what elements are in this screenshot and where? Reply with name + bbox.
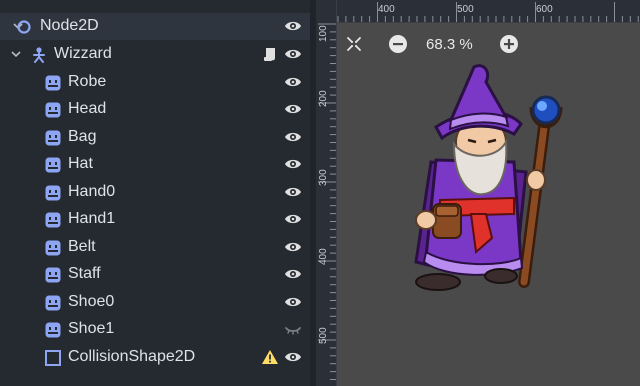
sprite2d-icon <box>45 185 61 201</box>
sprite2d-icon <box>45 75 61 91</box>
ruler-corner <box>316 0 336 22</box>
ruler-label-300: 300 <box>318 169 329 186</box>
tree-item-wizzard[interactable]: Wizzard <box>0 41 310 68</box>
sprite2d-icon <box>45 240 61 256</box>
skeleton-icon <box>33 47 45 63</box>
tree-item-belt[interactable]: Belt <box>0 234 310 261</box>
tree-item-label: Shoe1 <box>68 320 115 337</box>
sprite2d-icon <box>45 157 61 173</box>
zoom-in-button[interactable] <box>499 34 519 54</box>
tree-item-label: Wizzard <box>54 45 112 62</box>
ruler-horizontal[interactable]: 400 500 600 <box>316 0 640 23</box>
chevron-down-icon[interactable] <box>10 48 22 60</box>
tree-item-hand0[interactable]: Hand0 <box>0 179 310 206</box>
visibility-eye-icon[interactable] <box>284 185 302 199</box>
tree-item-label: Staff <box>68 265 101 282</box>
tree-item-label: CollisionShape2D <box>68 348 196 365</box>
visibility-eye-icon[interactable] <box>284 157 302 171</box>
wizard-sprite[interactable] <box>396 62 571 297</box>
tree-item-label: Robe <box>68 73 107 90</box>
sprite2d-icon <box>45 212 61 228</box>
tree-item-robe[interactable]: Robe <box>0 69 310 96</box>
collision-shape-icon <box>45 350 61 366</box>
tree-item-bag[interactable]: Bag <box>0 124 310 151</box>
tree-item-label: Hand1 <box>68 210 116 227</box>
node2d-circle-icon <box>17 20 31 34</box>
visibility-eye-icon[interactable] <box>284 102 302 116</box>
visibility-eye-icon[interactable] <box>284 295 302 309</box>
tree-item-staff[interactable]: Staff <box>0 261 310 288</box>
tree-item-head[interactable]: Head <box>0 96 310 123</box>
tree-item-label: Hat <box>68 155 93 172</box>
visibility-eye-icon[interactable] <box>284 350 302 364</box>
tree-item-shoe1[interactable]: Shoe1 <box>0 316 310 343</box>
visibility-eye-icon[interactable] <box>284 130 302 144</box>
canvas-viewport[interactable]: 68.3 % 400 500 600 100 200 300 400 500 <box>316 0 640 386</box>
zoom-out-button[interactable] <box>388 34 408 54</box>
visibility-eye-icon[interactable] <box>284 47 302 61</box>
ruler-vertical[interactable]: 100 200 300 400 500 <box>316 0 337 386</box>
tree-item-label: Node2D <box>40 17 99 34</box>
sprite2d-icon <box>45 130 61 146</box>
ruler-label-600: 600 <box>536 4 553 15</box>
tree-item-shoe0[interactable]: Shoe0 <box>0 289 310 316</box>
sprite2d-icon <box>45 102 61 118</box>
zoom-level[interactable]: 68.3 % <box>426 36 473 53</box>
zoom-reset-icon[interactable] <box>344 34 364 54</box>
scene-tree-panel: Node2D Wizzard Robe Head Bag Hat Hand0 H… <box>0 0 310 386</box>
tree-item-hat[interactable]: Hat <box>0 151 310 178</box>
tree-item-label: Belt <box>68 238 96 255</box>
sprite2d-icon <box>45 295 61 311</box>
ruler-label-100: 100 <box>318 25 329 42</box>
tree-item-label: Head <box>68 100 107 117</box>
sprite2d-icon <box>45 267 61 283</box>
tree-item-label: Shoe0 <box>68 293 115 310</box>
ruler-label-500: 500 <box>457 4 474 15</box>
tree-item-label: Bag <box>68 128 97 145</box>
ruler-label-400: 400 <box>318 248 329 265</box>
tree-item-label: Hand0 <box>68 183 116 200</box>
visibility-eye-icon[interactable] <box>284 19 302 33</box>
visibility-eye-icon[interactable] <box>284 75 302 89</box>
ruler-label-200: 200 <box>318 90 329 107</box>
ruler-horizontal-ticks <box>337 2 639 22</box>
warning-icon[interactable] <box>261 348 279 366</box>
visibility-eye-icon[interactable] <box>284 267 302 281</box>
tree-item-node2d[interactable]: Node2D <box>0 13 310 40</box>
tree-item-hand1[interactable]: Hand1 <box>0 206 310 233</box>
visibility-eye-icon[interactable] <box>284 212 302 226</box>
ruler-label-500: 500 <box>318 327 329 344</box>
tree-item-collisionshape2d[interactable]: CollisionShape2D <box>0 344 310 371</box>
visibility-eye-icon[interactable] <box>284 240 302 254</box>
sprite2d-icon <box>45 322 61 338</box>
script-icon[interactable] <box>261 45 279 63</box>
ruler-label-400: 400 <box>378 4 395 15</box>
hidden-eye-icon[interactable] <box>284 322 302 336</box>
